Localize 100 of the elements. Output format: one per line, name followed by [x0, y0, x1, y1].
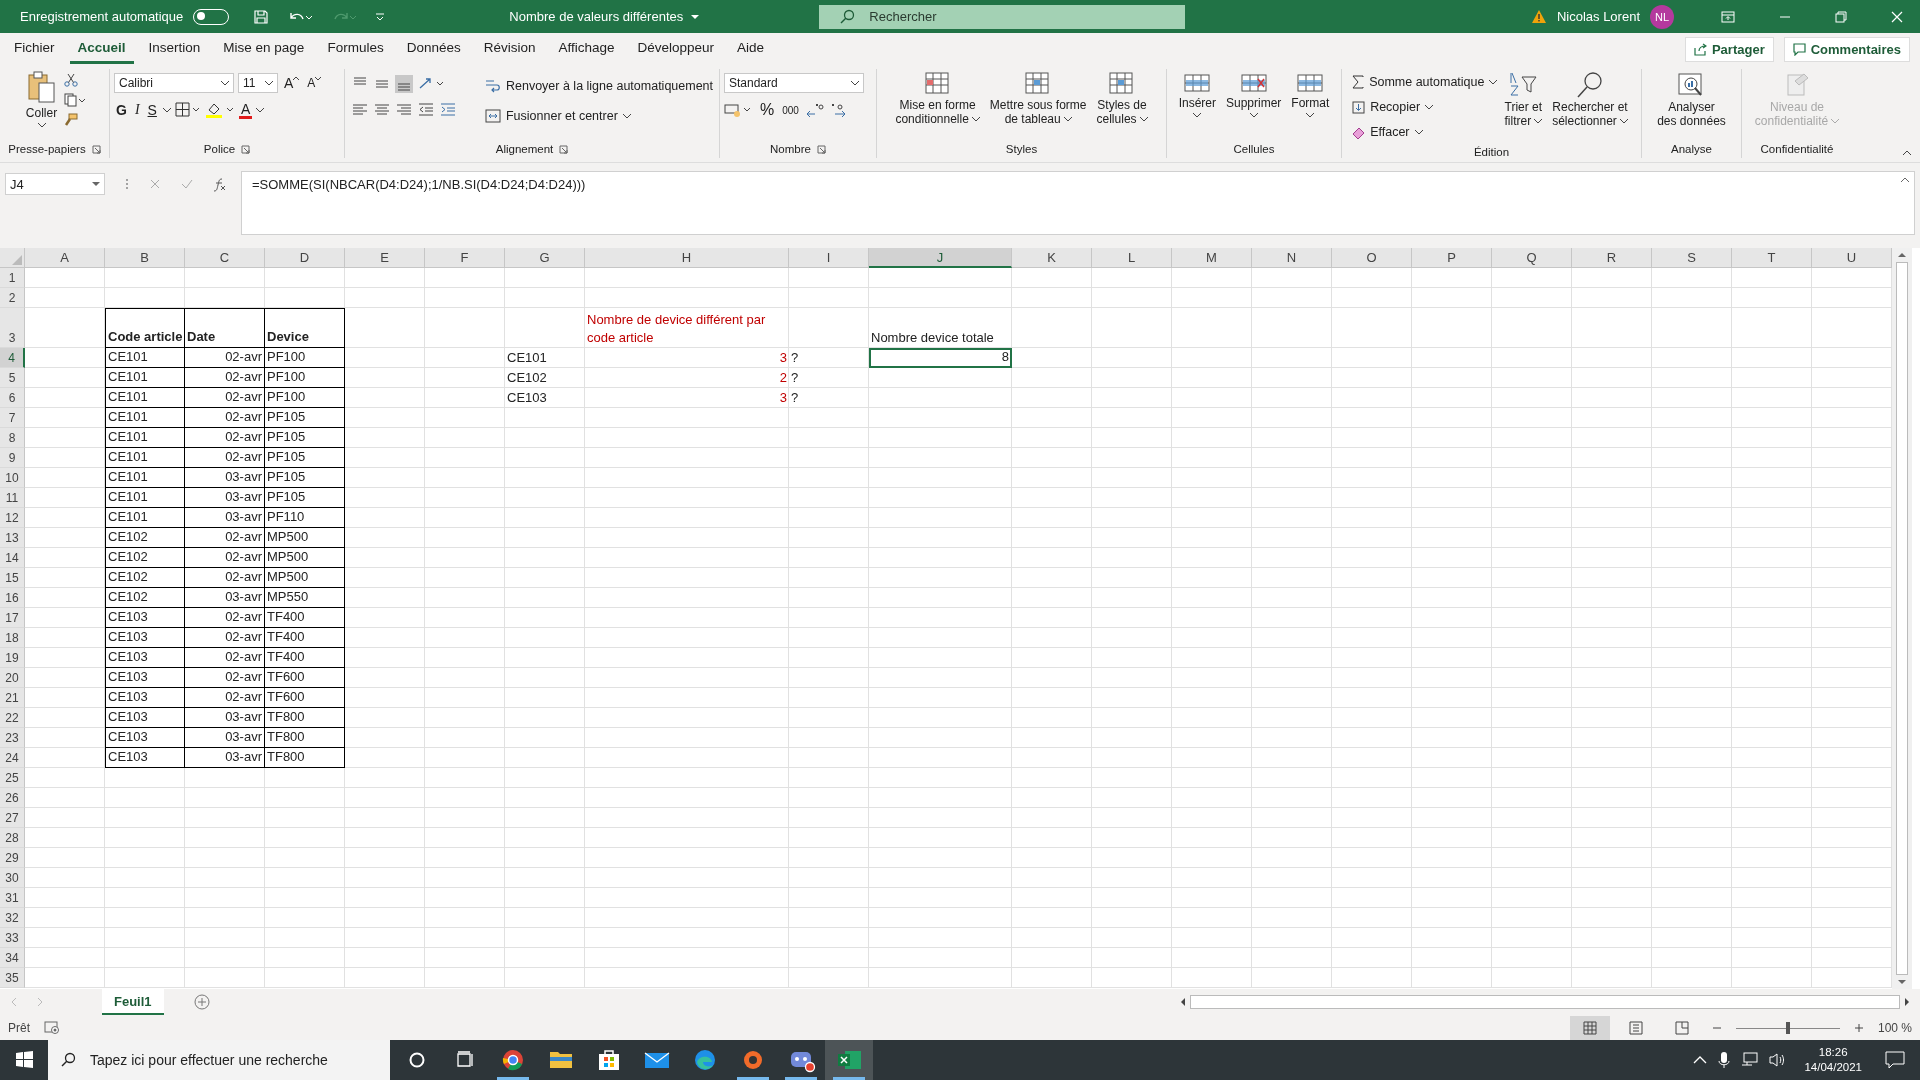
column-header[interactable]: A	[25, 248, 105, 268]
font-color-button[interactable]: A	[238, 101, 253, 119]
row-header[interactable]: 3	[0, 308, 25, 348]
cells-button[interactable]: Format	[1288, 71, 1333, 138]
zoom-in-icon[interactable]	[1853, 1022, 1864, 1033]
column-header[interactable]: N	[1252, 248, 1332, 268]
add-sheet-icon[interactable]	[193, 994, 210, 1010]
row-header[interactable]: 4	[0, 348, 25, 368]
row-header[interactable]: 29	[0, 848, 25, 868]
row-header[interactable]: 20	[0, 668, 25, 688]
caret-icon[interactable]	[256, 107, 265, 113]
restore-icon[interactable]	[1835, 10, 1847, 23]
scroll-down-icon[interactable]	[1897, 979, 1907, 985]
style-button[interactable]: Mise en forme conditionnelle	[892, 71, 983, 138]
font-family-dropdown[interactable]: Calibri	[114, 73, 234, 93]
borders-icon[interactable]	[174, 102, 201, 118]
comments-button[interactable]: Commentaires	[1783, 36, 1910, 62]
zoom-slider[interactable]	[1735, 1020, 1840, 1035]
column-header[interactable]: U	[1812, 248, 1892, 268]
column-header[interactable]: Q	[1492, 248, 1572, 268]
column-header[interactable]: F	[425, 248, 505, 268]
column-header[interactable]: T	[1732, 248, 1812, 268]
fill-color-icon[interactable]	[204, 101, 235, 119]
italic-button[interactable]: I	[132, 102, 142, 118]
clear-button[interactable]: Effacer	[1352, 121, 1423, 143]
row-header[interactable]: 24	[0, 748, 25, 768]
row-header[interactable]: 13	[0, 528, 25, 548]
find-select-button[interactable]: Rechercher et sélectionner	[1549, 71, 1631, 143]
cut-icon[interactable]	[64, 73, 79, 87]
vertical-align-icon[interactable]	[394, 75, 413, 93]
cells-button[interactable]: Supprimer	[1223, 71, 1285, 138]
document-title[interactable]: Nombre de valeurs différentes	[509, 9, 770, 24]
microphone-icon[interactable]	[1717, 1051, 1732, 1069]
merge-center-button[interactable]: Fusionner et centrer	[484, 105, 714, 127]
notifications-icon[interactable]	[1885, 1051, 1905, 1069]
dialog-launcher-icon[interactable]	[559, 144, 569, 154]
style-button[interactable]: Mettre sous forme de tableau	[986, 71, 1090, 138]
ribbon-display-icon[interactable]	[1721, 10, 1735, 23]
user-avatar[interactable]: NL	[1650, 4, 1674, 29]
save-icon[interactable]	[253, 8, 270, 25]
wrap-text-button[interactable]: Renvoyer à la ligne automatiquement	[484, 75, 714, 97]
autosum-button[interactable]: Somme automatique	[1352, 71, 1498, 93]
taskbar-search-field[interactable]: Tapez ici pour effectuer une recherche	[48, 1040, 390, 1080]
row-header[interactable]: 31	[0, 888, 25, 908]
row-header[interactable]: 25	[0, 768, 25, 788]
sort-filter-button[interactable]: Trier et filtrer	[1501, 71, 1546, 143]
dialog-launcher-icon[interactable]	[91, 144, 101, 154]
row-header[interactable]: 15	[0, 568, 25, 588]
horizontal-scrollbar[interactable]	[1180, 994, 1910, 1010]
copy-icon[interactable]	[64, 93, 87, 107]
name-box[interactable]: J4	[5, 173, 105, 195]
column-header[interactable]: K	[1012, 248, 1092, 268]
scroll-up-icon[interactable]	[1897, 252, 1907, 258]
column-header[interactable]: D	[265, 248, 345, 268]
column-header[interactable]: S	[1652, 248, 1732, 268]
menu-tab[interactable]: Affichage	[550, 34, 623, 64]
function-icon[interactable]	[213, 178, 227, 192]
column-header[interactable]: B	[105, 248, 185, 268]
column-header[interactable]: P	[1412, 248, 1492, 268]
column-header[interactable]: L	[1092, 248, 1172, 268]
close-icon[interactable]	[1891, 10, 1903, 23]
column-header[interactable]: C	[185, 248, 265, 268]
analyze-data-button[interactable]: Analyser des données	[1654, 71, 1729, 138]
row-header[interactable]: 32	[0, 908, 25, 928]
column-header[interactable]: R	[1572, 248, 1652, 268]
menu-tab[interactable]: Fichier	[6, 34, 63, 64]
zoom-level[interactable]: 100 %	[1877, 1020, 1912, 1035]
percent-button[interactable]: %	[758, 101, 777, 119]
clock[interactable]: 18:26 14/04/2021	[1804, 1045, 1862, 1075]
scroll-left-icon[interactable]	[1180, 997, 1186, 1007]
menu-tab[interactable]: Révision	[475, 34, 544, 64]
column-header[interactable]: J	[869, 248, 1012, 268]
row-header[interactable]: 33	[0, 928, 25, 948]
row-header[interactable]: 27	[0, 808, 25, 828]
customize-caret-icon[interactable]	[375, 11, 386, 22]
collapse-ribbon-icon[interactable]	[1902, 150, 1912, 156]
menu-tab[interactable]: Aide	[729, 34, 773, 64]
menu-tab[interactable]: Accueil	[69, 34, 134, 64]
column-header[interactable]: M	[1172, 248, 1252, 268]
column-header[interactable]: I	[789, 248, 869, 268]
row-header[interactable]: 35	[0, 968, 25, 988]
row-header[interactable]: 18	[0, 628, 25, 648]
formula-field[interactable]: =SOMME(SI(NBCAR(D4:D24);1/NB.SI(D4:D24;D4:D24)))	[241, 171, 1915, 235]
thousands-button[interactable]: 000	[780, 104, 801, 116]
decrease-font-button[interactable]: A	[305, 76, 324, 90]
row-header[interactable]: 14	[0, 548, 25, 568]
search-field[interactable]: Rechercher	[819, 4, 1186, 29]
spreadsheet-app-icon[interactable]	[825, 1040, 873, 1080]
increase-decimal-icon[interactable]	[804, 101, 825, 119]
row-header[interactable]: 22	[0, 708, 25, 728]
row-header[interactable]: 6	[0, 388, 25, 408]
tray-expand-icon[interactable]	[1693, 1055, 1708, 1065]
style-button[interactable]: Styles de cellules	[1093, 71, 1151, 138]
row-header[interactable]: 5	[0, 368, 25, 388]
underline-button[interactable]: S	[145, 102, 159, 118]
paste-button[interactable]: Coller	[22, 71, 61, 138]
row-header[interactable]: 23	[0, 728, 25, 748]
column-header[interactable]: E	[345, 248, 425, 268]
row-header[interactable]: 17	[0, 608, 25, 628]
row-header[interactable]: 19	[0, 648, 25, 668]
